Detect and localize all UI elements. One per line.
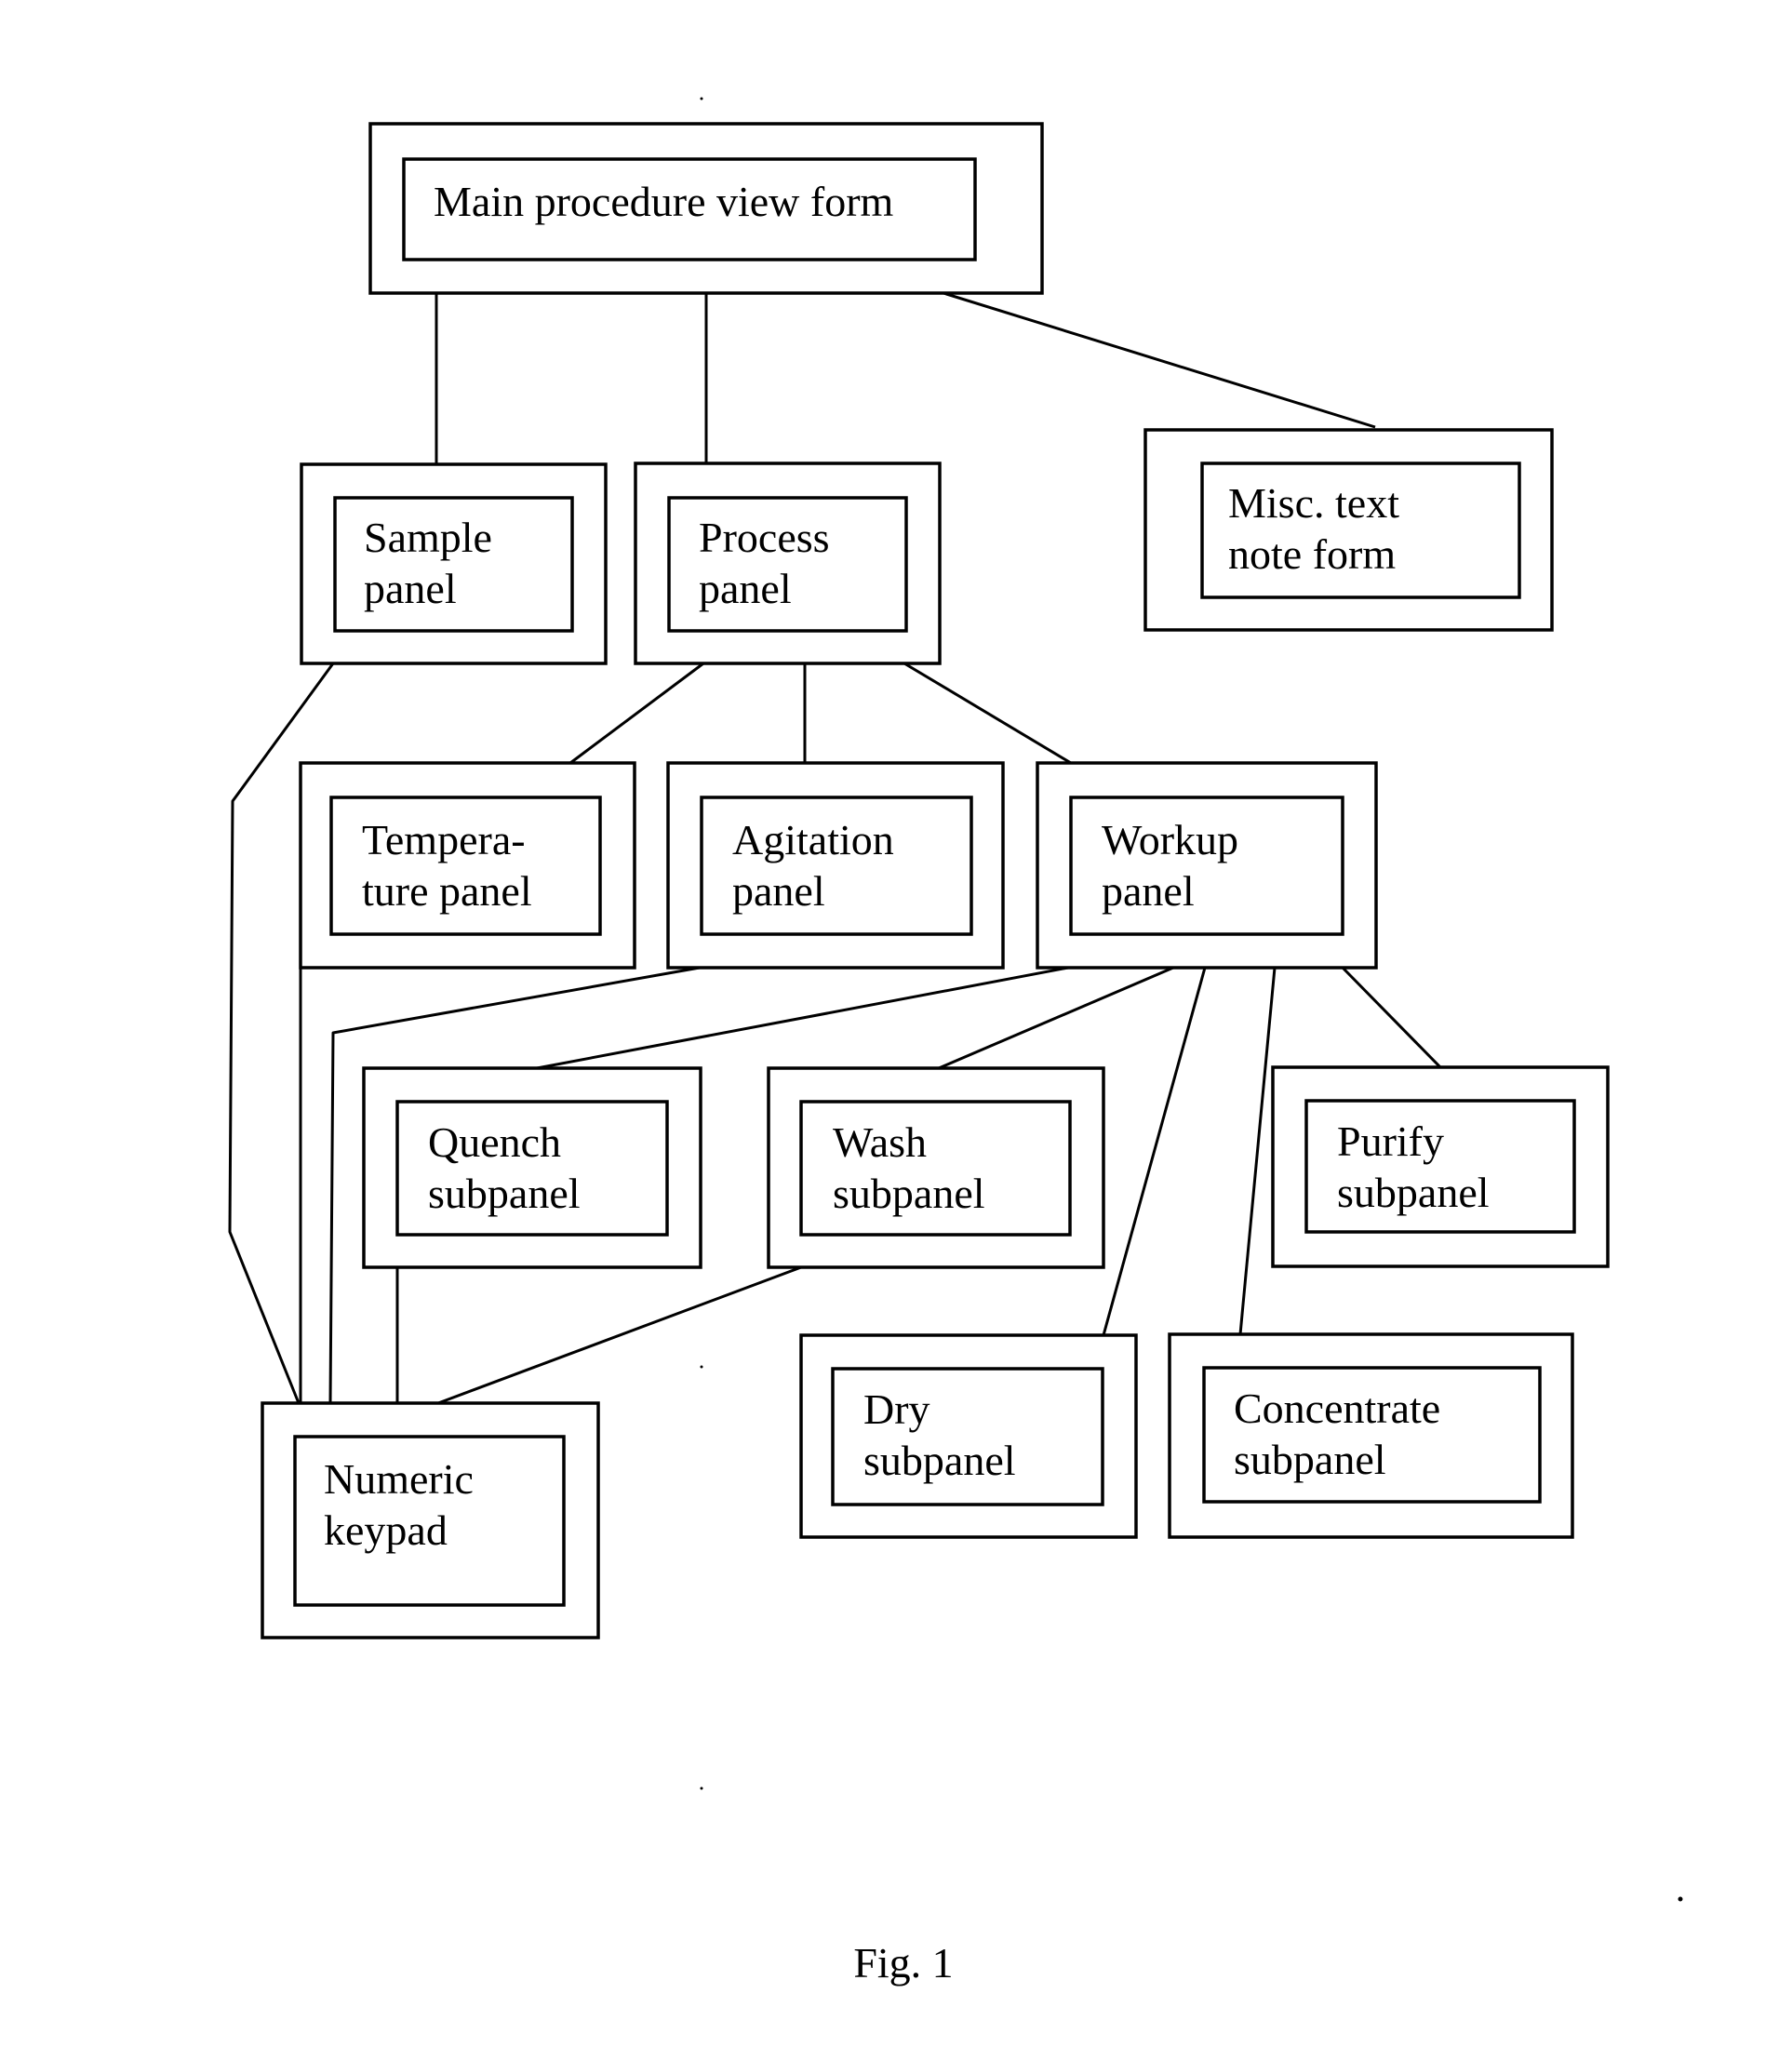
node-concentrate-subpanel: Concentrate subpanel (1168, 1332, 1574, 1539)
node-label-line: Misc. text (1228, 479, 1399, 527)
svg-text:Workup: Workup (1102, 816, 1238, 863)
node-numeric-keypad: Numeric keypad (261, 1401, 600, 1639)
node-label-line: Sample (364, 514, 492, 561)
svg-text:Sample: Sample (364, 514, 492, 561)
node-label-line: Main procedure view form (434, 178, 894, 225)
svg-text:panel: panel (1102, 867, 1195, 915)
svg-text:Wash: Wash (833, 1118, 927, 1166)
node-label-line: subpanel (833, 1170, 985, 1217)
speck (700, 97, 703, 100)
node-wash-subpanel: Wash subpanel (767, 1066, 1105, 1269)
node-label-line: Numeric (324, 1455, 474, 1503)
node-label-line: Quench (428, 1118, 561, 1166)
svg-text:subpanel: subpanel (428, 1170, 581, 1217)
svg-text:ture panel: ture panel (362, 867, 532, 915)
figure-caption: Fig. 1 (853, 1939, 953, 1987)
svg-text:panel: panel (699, 565, 792, 612)
node-label-line: Process (699, 514, 830, 561)
svg-text:note form: note form (1228, 530, 1396, 578)
node-label-line: note form (1228, 530, 1396, 578)
svg-text:subpanel: subpanel (863, 1437, 1016, 1484)
svg-text:Quench: Quench (428, 1118, 561, 1166)
speck (1678, 1896, 1683, 1902)
edge-process-temperature (569, 662, 704, 765)
edge-workup-concentrate (1238, 967, 1277, 1335)
edge-workup-dry (1102, 967, 1207, 1336)
node-agitation-panel: Agitation panel (666, 761, 1005, 970)
node-misc-text-note-form: Misc. text note form (1143, 428, 1554, 632)
node-label-line: panel (364, 565, 457, 612)
node-label-line: Wash (833, 1118, 927, 1166)
scan-specks (700, 97, 1683, 1902)
node-label-line: subpanel (1337, 1169, 1490, 1216)
edge-wash-numeric (437, 1265, 802, 1405)
node-workup-panel: Workup panel (1036, 761, 1378, 970)
node-label-line: keypad (324, 1506, 448, 1554)
svg-text:panel: panel (732, 867, 825, 915)
svg-text:Fig. 1: Fig. 1 (853, 1939, 953, 1987)
node-sample-panel: Sample panel (300, 462, 608, 665)
svg-text:panel: panel (364, 565, 457, 612)
svg-text:Agitation: Agitation (732, 816, 894, 863)
node-label-line: panel (699, 565, 792, 612)
node-label-line: Concentrate (1234, 1385, 1440, 1432)
speck (700, 1365, 703, 1369)
svg-text:Concentrate: Concentrate (1234, 1385, 1440, 1432)
node-temperature-panel: Tempera- ture panel (299, 761, 636, 970)
node-label-line: Purify (1337, 1117, 1444, 1165)
node-label-line: Dry (863, 1385, 930, 1433)
edge-main-misc (943, 291, 1376, 429)
navigation-diagram: Main procedure view form Sample panel Pr… (228, 97, 1683, 1987)
svg-text:Numeric: Numeric (324, 1455, 474, 1503)
svg-text:subpanel: subpanel (1234, 1436, 1386, 1483)
edge-workup-wash (938, 966, 1174, 1070)
svg-text:Misc. text: Misc. text (1228, 479, 1399, 527)
svg-text:Main procedure view form: Main procedure view form (434, 178, 894, 225)
svg-text:Dry: Dry (863, 1385, 930, 1433)
svg-text:subpanel: subpanel (1337, 1169, 1490, 1216)
node-label-line: ture panel (362, 867, 532, 915)
edge-workup-purify (1341, 966, 1442, 1069)
node-main-procedure-view-form: Main procedure view form (368, 122, 1044, 295)
node-label-line: panel (732, 867, 825, 915)
node-label-line: Tempera- (362, 816, 526, 863)
svg-text:Purify: Purify (1337, 1117, 1444, 1165)
node-quench-subpanel: Quench subpanel (362, 1066, 702, 1269)
node-label-line: Workup (1102, 816, 1238, 863)
node-label-line: subpanel (863, 1437, 1016, 1484)
edge-process-workup (903, 662, 1072, 765)
svg-text:Tempera-: Tempera- (362, 816, 526, 863)
node-label-line: panel (1102, 867, 1195, 915)
svg-text:Process: Process (699, 514, 830, 561)
node-purify-subpanel: Purify subpanel (1271, 1065, 1610, 1268)
svg-text:subpanel: subpanel (833, 1170, 985, 1217)
speck (700, 1786, 703, 1790)
node-dry-subpanel: Dry subpanel (799, 1333, 1138, 1539)
svg-text:keypad: keypad (324, 1506, 448, 1554)
node-process-panel: Process panel (634, 462, 942, 665)
node-label-line: Agitation (732, 816, 894, 863)
node-label-line: subpanel (428, 1170, 581, 1217)
node-label-line: subpanel (1234, 1436, 1386, 1483)
